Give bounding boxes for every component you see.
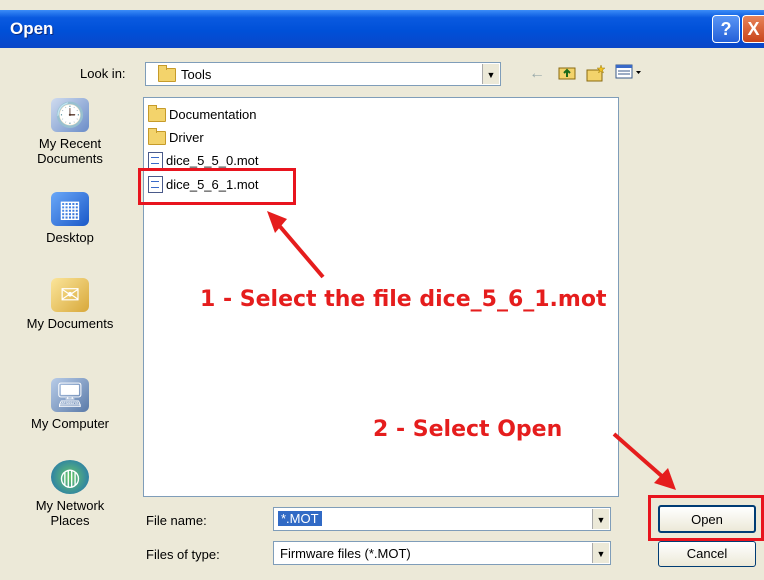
- place-label: My Network: [35, 498, 105, 513]
- look-in-combo[interactable]: Tools ▼: [145, 62, 501, 86]
- arrow-1-icon: [267, 211, 325, 279]
- close-button[interactable]: X: [742, 15, 764, 43]
- place-label: My Recent: [38, 136, 102, 151]
- arrow-2-icon: [612, 432, 676, 490]
- place-label: Desktop: [46, 230, 94, 245]
- place-my-computer[interactable]: 🖥 My Computer: [14, 378, 126, 431]
- file-icon: [148, 152, 163, 170]
- annotation-step-2: 2 - Select Open: [373, 417, 563, 442]
- title-bar[interactable]: Open ? X: [0, 10, 764, 48]
- top-glyph: ‾‾: [0, 0, 7, 10]
- place-label: My Computer: [30, 416, 110, 431]
- my-documents-icon: ✉: [51, 278, 89, 312]
- chevron-down-icon[interactable]: ▼: [482, 64, 499, 84]
- place-desktop[interactable]: ▦ Desktop: [14, 192, 126, 245]
- open-dialog: ‾‾ Open ? X Look in: Tools ▼ ← 🕒 My Rece…: [0, 0, 764, 580]
- place-label: My Documents: [26, 316, 114, 331]
- list-item[interactable]: Documentation: [148, 104, 256, 124]
- file-highlight-box: [138, 168, 296, 205]
- open-button[interactable]: Open: [658, 505, 756, 533]
- cancel-button[interactable]: Cancel: [658, 541, 756, 567]
- my-computer-icon: 🖥: [51, 378, 89, 412]
- list-item[interactable]: dice_5_5_0.mot: [148, 150, 259, 170]
- chevron-down-icon[interactable]: ▼: [592, 509, 609, 529]
- new-folder-icon[interactable]: [585, 64, 607, 84]
- place-my-documents[interactable]: ✉ My Documents: [14, 278, 126, 331]
- views-menu-icon[interactable]: [614, 64, 644, 84]
- folder-icon: [148, 104, 166, 122]
- place-label: Places: [50, 513, 90, 528]
- file-type-label: Files of type:: [146, 547, 220, 562]
- network-places-icon: ◍: [51, 460, 89, 494]
- look-in-value: Tools: [181, 67, 212, 82]
- help-button[interactable]: ?: [712, 15, 740, 43]
- file-name-input[interactable]: *.MOT ▼: [273, 507, 611, 531]
- chevron-down-icon[interactable]: ▼: [592, 543, 609, 563]
- up-folder-icon[interactable]: [557, 64, 577, 84]
- file-name-value: *.MOT: [278, 511, 322, 526]
- list-item[interactable]: Driver: [148, 127, 204, 147]
- file-type-select[interactable]: Firmware files (*.MOT) ▼: [273, 541, 611, 565]
- place-network[interactable]: ◍ My Network Places: [14, 460, 126, 528]
- desktop-icon: ▦: [51, 192, 89, 226]
- folder-icon: [148, 127, 166, 145]
- window-title: Open: [10, 19, 54, 38]
- annotation-step-1: 1 - Select the file dice_5_6_1.mot: [200, 287, 607, 312]
- recent-documents-icon: 🕒: [51, 98, 89, 132]
- file-type-value: Firmware files (*.MOT): [280, 546, 411, 561]
- place-label: Documents: [37, 151, 103, 166]
- back-icon[interactable]: ←: [528, 64, 546, 84]
- place-recent-documents[interactable]: 🕒 My Recent Documents: [14, 98, 126, 166]
- look-in-label: Look in:: [80, 66, 126, 81]
- file-name-label: File name:: [146, 513, 207, 528]
- folder-icon: [158, 65, 176, 82]
